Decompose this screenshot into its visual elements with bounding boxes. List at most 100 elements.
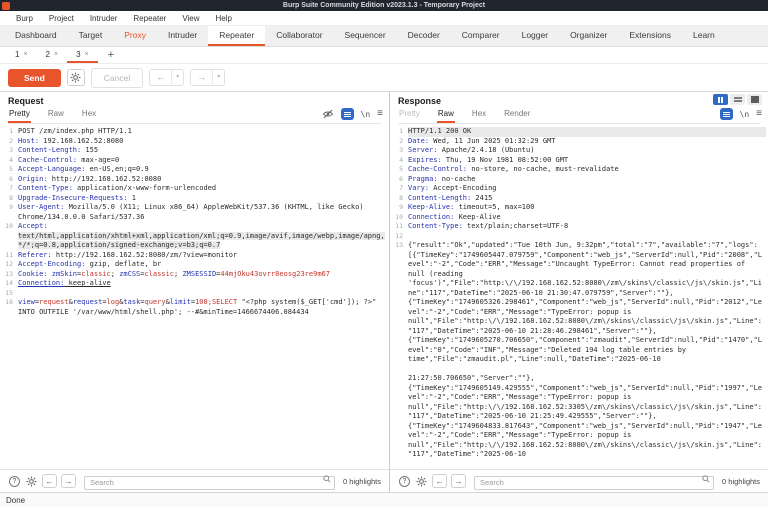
request-search-prev-button[interactable]: ← xyxy=(42,474,57,488)
request-search-help-icon[interactable]: ? xyxy=(9,476,20,487)
layout-toggles xyxy=(713,94,762,105)
repeater-tab-label: 1 xyxy=(15,50,19,59)
line-number: 13 xyxy=(392,241,408,460)
line-number: 8 xyxy=(392,194,408,204)
repeater-tab-1[interactable]: 1× xyxy=(6,47,37,63)
response-view-tab-render[interactable]: Render xyxy=(503,109,531,123)
request-search-next-button[interactable]: → xyxy=(61,474,76,488)
title-bar: Burp Suite Community Edition v2023.1.3 -… xyxy=(0,0,768,11)
tab-comparer[interactable]: Comparer xyxy=(451,26,511,46)
menu-item-project[interactable]: Project xyxy=(41,14,82,23)
line-content: Pragma: no-cache xyxy=(408,175,766,185)
word-wrap-toggle-icon[interactable] xyxy=(341,108,354,120)
request-view-tab-pretty[interactable]: Pretty xyxy=(8,109,31,123)
close-tab-icon[interactable]: × xyxy=(54,51,58,58)
gear-icon xyxy=(26,476,37,487)
code-line: 5Cache-Control: no-store, no-cache, must… xyxy=(392,165,766,175)
code-line: 8Content-Length: 2415 xyxy=(392,194,766,204)
code-line: 2Date: Wed, 11 Jun 2025 01:32:29 GMT xyxy=(392,137,766,147)
request-view-tab-hex[interactable]: Hex xyxy=(81,109,97,123)
line-number: 9 xyxy=(392,203,408,213)
layout-columns-button[interactable] xyxy=(713,94,728,105)
response-search-settings-icon[interactable] xyxy=(415,475,428,488)
tab-intruder[interactable]: Intruder xyxy=(157,26,208,46)
response-view-tab-pretty[interactable]: Pretty xyxy=(398,109,421,123)
send-button[interactable]: Send xyxy=(8,69,61,87)
request-settings-gear-button[interactable] xyxy=(67,69,85,86)
cancel-button[interactable]: Cancel xyxy=(91,68,143,88)
add-tab-button[interactable]: + xyxy=(98,47,124,63)
prev-response-dropdown[interactable]: ▾ xyxy=(171,70,183,85)
response-search-help-icon[interactable]: ? xyxy=(399,476,410,487)
response-search-next-button[interactable]: → xyxy=(451,474,466,488)
line-number: 9 xyxy=(2,203,18,222)
line-content: Accept: text/html,application/xhtml+xml,… xyxy=(18,222,387,251)
menu-item-burp[interactable]: Burp xyxy=(8,14,41,23)
next-response-split-button: → ▾ xyxy=(190,69,225,86)
layout-rows-button[interactable] xyxy=(730,94,745,105)
code-line: 10Accept: text/html,application/xhtml+xm… xyxy=(2,222,387,251)
code-line: 7Content-Type: application/x-www-form-ur… xyxy=(2,184,387,194)
code-line: 5Accept-Language: en-US,en;q=0.9 xyxy=(2,165,387,175)
tab-sequencer[interactable]: Sequencer xyxy=(334,26,397,46)
repeater-tab-3[interactable]: 3× xyxy=(67,47,98,63)
editor-menu-icon[interactable]: ≡ xyxy=(756,109,762,119)
layout-single-button[interactable] xyxy=(747,94,762,105)
editor-menu-icon[interactable]: ≡ xyxy=(377,109,383,119)
tab-organizer[interactable]: Organizer xyxy=(559,26,618,46)
show-newlines-icon[interactable]: \n xyxy=(361,110,371,119)
tab-extensions[interactable]: Extensions xyxy=(618,26,682,46)
tab-decoder[interactable]: Decoder xyxy=(397,26,451,46)
line-content: Server: Apache/2.4.18 (Ubuntu) xyxy=(408,146,766,156)
main-tab-bar: DashboardTargetProxyIntruderRepeaterColl… xyxy=(0,26,768,47)
hide-eye-icon[interactable] xyxy=(322,108,334,120)
menu-item-help[interactable]: Help xyxy=(208,14,240,23)
code-line: 9Keep-Alive: timeout=5, max=100 xyxy=(392,203,766,213)
response-view-tab-hex[interactable]: Hex xyxy=(471,109,487,123)
line-number: 7 xyxy=(392,184,408,194)
search-icon xyxy=(702,475,710,483)
close-tab-icon[interactable]: × xyxy=(85,51,89,58)
repeater-tab-2[interactable]: 2× xyxy=(37,47,68,63)
response-view-tab-raw[interactable]: Raw xyxy=(437,109,455,123)
tab-logger[interactable]: Logger xyxy=(511,26,559,46)
line-content: Content-Type: application/x-www-form-url… xyxy=(18,184,387,194)
request-search-input[interactable] xyxy=(84,476,335,490)
menu-item-intruder[interactable]: Intruder xyxy=(82,14,126,23)
line-content: Accept-Encoding: gzip, deflate, br xyxy=(18,260,387,270)
line-number: 7 xyxy=(2,184,18,194)
tab-proxy[interactable]: Proxy xyxy=(113,26,157,46)
response-search-prev-button[interactable]: ← xyxy=(432,474,447,488)
close-tab-icon[interactable]: × xyxy=(23,51,27,58)
line-content: Expires: Thu, 19 Nov 1981 08:52:00 GMT xyxy=(408,156,766,166)
response-search-bar: ? ← → xyxy=(390,469,768,492)
tab-collaborator[interactable]: Collaborator xyxy=(265,26,333,46)
tab-learn[interactable]: Learn xyxy=(682,26,726,46)
show-newlines-icon[interactable]: \n xyxy=(740,110,750,119)
next-response-dropdown[interactable]: ▾ xyxy=(212,70,224,85)
code-line: 12Accept-Encoding: gzip, deflate, br xyxy=(2,260,387,270)
repeater-toolbar: Send Cancel ← ▾ → ▾ xyxy=(0,64,768,91)
line-content: view=request&request=log&task=query&limi… xyxy=(18,298,387,317)
request-search-settings-icon[interactable] xyxy=(25,475,38,488)
line-content: User-Agent: Mozilla/5.0 (X11; Linux x86_… xyxy=(18,203,387,222)
line-number: 4 xyxy=(2,156,18,166)
tab-target[interactable]: Target xyxy=(68,26,114,46)
prev-response-button[interactable]: ← xyxy=(150,70,171,85)
word-wrap-toggle-icon[interactable] xyxy=(720,108,733,120)
code-line: 6Pragma: no-cache xyxy=(392,175,766,185)
menu-item-repeater[interactable]: Repeater xyxy=(125,14,174,23)
request-view-tab-raw[interactable]: Raw xyxy=(47,109,65,123)
next-response-button[interactable]: → xyxy=(191,70,212,85)
code-line: 7Vary: Accept-Encoding xyxy=(392,184,766,194)
response-viewer[interactable]: 1HTTP/1.1 200 OK2Date: Wed, 11 Jun 2025 … xyxy=(390,124,768,469)
tab-repeater[interactable]: Repeater xyxy=(208,26,265,46)
code-line: 2Host: 192.168.162.52:8080 xyxy=(2,137,387,147)
menu-item-view[interactable]: View xyxy=(174,14,207,23)
request-editor[interactable]: 1POST /zm/index.php HTTP/1.12Host: 192.1… xyxy=(0,124,389,469)
line-number: 10 xyxy=(392,213,408,223)
line-content: Content-Type: text/plain;charset=UTF-8 xyxy=(408,222,766,232)
line-number: 5 xyxy=(392,165,408,175)
response-search-input[interactable] xyxy=(474,476,714,490)
tab-dashboard[interactable]: Dashboard xyxy=(4,26,68,46)
